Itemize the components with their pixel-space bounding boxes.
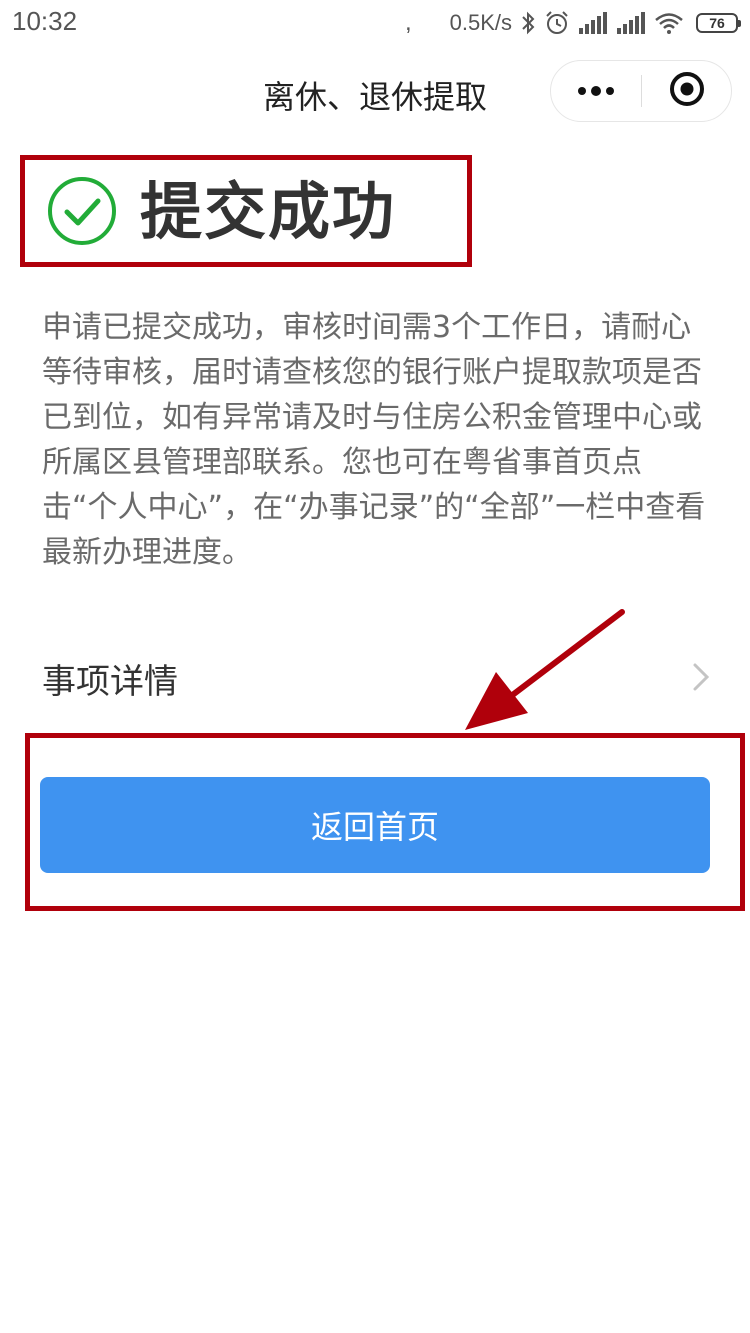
mini-program-capsule [550,60,732,122]
network-speed: 0.5K/s [449,10,512,35]
result-message: 申请已提交成功，审核时间需3个工作日，请耐心等待审核，届时请查核您的银行账户提取… [42,310,706,570]
status-time: 10:32 [12,6,78,36]
nav-bar: 离休、退休提取 [0,52,750,136]
status-icons: , 0.5K/s 76 [404,6,741,40]
close-mini-program-button[interactable] [642,61,732,121]
wifi-icon [654,12,684,34]
more-icon [576,82,616,101]
return-home-button[interactable]: 返回首页 [40,777,710,873]
success-title: 提交成功 [140,175,397,248]
chevron-right-icon [692,662,710,696]
battery-icon: 76 [696,13,741,33]
status-bar: 10:32 , 0.5K/s 76 [0,0,750,48]
success-check-icon [47,176,117,250]
bluetooth-icon [520,11,536,35]
status-separator: , [404,9,412,36]
details-row[interactable]: 事项详情 [0,640,750,716]
signal-icon [616,12,646,34]
details-label: 事项详情 [42,662,178,702]
more-button[interactable] [551,61,641,121]
close-mini-program-icon [669,71,705,111]
signal-icon [578,12,608,34]
alarm-icon [544,10,570,36]
success-header: 提交成功 [20,155,472,267]
